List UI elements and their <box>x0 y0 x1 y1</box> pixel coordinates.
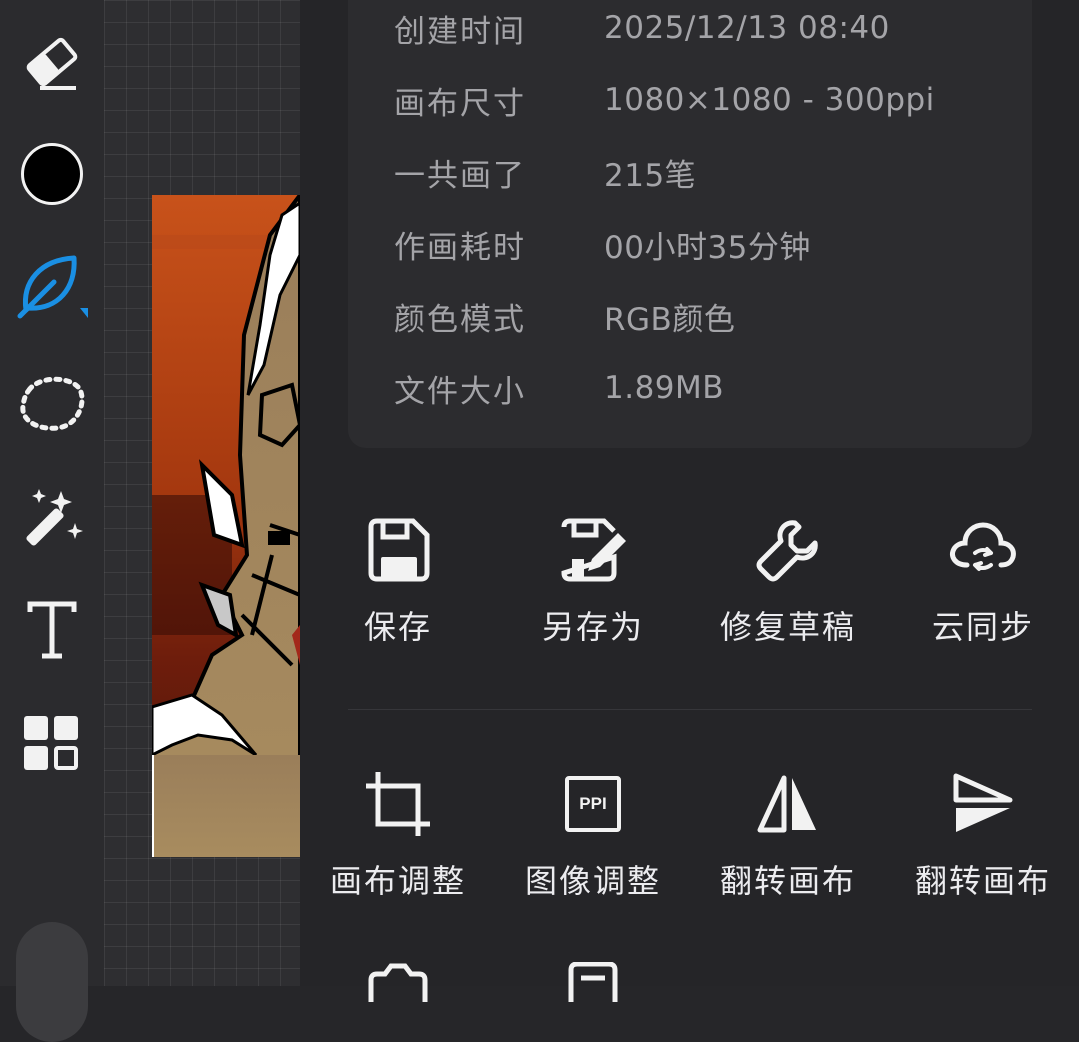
cloud-sync-label: 云同步 <box>931 608 1034 646</box>
info-row-created: 创建时间 2025/12/13 08:40 <box>394 8 890 50</box>
layers-tool[interactable] <box>14 706 90 782</box>
magic-wand-tool[interactable] <box>14 478 90 554</box>
size-slider-handle[interactable] <box>16 922 88 1042</box>
lasso-select-icon <box>20 376 85 431</box>
ppi-badge: PPI <box>579 794 607 813</box>
text-tool[interactable] <box>14 592 90 668</box>
info-value: 2025/12/13 08:40 <box>604 10 890 46</box>
cloud-sync-button[interactable]: 云同步 <box>885 512 1079 648</box>
repair-draft-label: 修复草稿 <box>719 608 856 646</box>
color-swatch <box>21 143 83 205</box>
info-key: 作画耗时 <box>394 229 526 266</box>
info-value: 1080×1080 - 300ppi <box>604 82 935 118</box>
flip-vertical-icon <box>953 773 1013 832</box>
repair-draft-button[interactable]: 修复草稿 <box>690 512 886 648</box>
tool-sidebar <box>0 0 104 1042</box>
info-value: 00小时35分钟 <box>604 229 811 266</box>
cloud-sync-icon <box>950 522 1016 571</box>
document-icon <box>568 962 618 1002</box>
camera-icon <box>368 963 428 1002</box>
image-adjust-button[interactable]: PPI 图像调整 <box>495 766 691 902</box>
image-adjust-label: 图像调整 <box>524 862 661 900</box>
flip-horizontal-icon <box>757 775 816 833</box>
info-key: 文件大小 <box>394 373 526 410</box>
info-value: 1.89MB <box>604 370 725 406</box>
canvas-adjust-button[interactable]: 画布调整 <box>300 766 496 902</box>
info-value: RGB颜色 <box>604 301 736 338</box>
info-key: 创建时间 <box>394 13 526 50</box>
file-info-card: 创建时间 2025/12/13 08:40 画布尺寸 1080×1080 - 3… <box>348 0 1032 448</box>
save-icon <box>368 518 430 582</box>
crop-icon <box>366 772 430 836</box>
eraser-tool[interactable] <box>14 24 90 100</box>
info-key: 画布尺寸 <box>394 85 526 122</box>
info-row-strokes: 一共画了 215笔 <box>394 152 697 194</box>
screenshot-button[interactable] <box>300 962 496 1002</box>
layers-grid-icon <box>24 716 78 770</box>
leaf-brush-icon <box>17 255 88 319</box>
divider <box>348 709 1032 710</box>
magic-wand-icon <box>26 489 83 546</box>
info-key: 一共画了 <box>394 157 526 194</box>
lasso-tool[interactable] <box>14 364 90 440</box>
save-as-label: 另存为 <box>541 608 644 646</box>
wrench-icon <box>756 520 818 582</box>
canvas-area[interactable] <box>104 0 300 986</box>
info-row-canvas-size: 画布尺寸 1080×1080 - 300ppi <box>394 80 935 122</box>
file-menu-panel: 创建时间 2025/12/13 08:40 画布尺寸 1080×1080 - 3… <box>300 0 1079 1002</box>
color-picker-tool[interactable] <box>14 136 90 212</box>
info-key: 颜色模式 <box>394 301 526 338</box>
flip-vertical-label: 翻转画布 <box>914 862 1051 900</box>
flip-horizontal-button[interactable]: 翻转画布 <box>690 766 886 902</box>
save-as-icon <box>561 518 626 582</box>
artwork-preview <box>152 195 300 857</box>
canvas-adjust-label: 画布调整 <box>329 862 466 900</box>
info-row-color-mode: 颜色模式 RGB颜色 <box>394 296 736 338</box>
info-value: 215笔 <box>604 157 697 194</box>
document-button[interactable] <box>495 962 691 1002</box>
text-icon <box>27 601 77 659</box>
flip-vertical-button[interactable]: 翻转画布 <box>885 766 1079 902</box>
save-as-button[interactable]: 另存为 <box>495 512 691 648</box>
save-button[interactable]: 保存 <box>300 512 496 648</box>
save-label: 保存 <box>363 608 432 646</box>
eraser-icon <box>26 37 78 90</box>
flip-horizontal-label: 翻转画布 <box>719 862 856 900</box>
ppi-icon: PPI <box>565 776 621 832</box>
brush-tool[interactable] <box>14 248 90 324</box>
info-row-time-spent: 作画耗时 00小时35分钟 <box>394 224 811 266</box>
info-row-file-size: 文件大小 1.89MB <box>394 368 725 410</box>
